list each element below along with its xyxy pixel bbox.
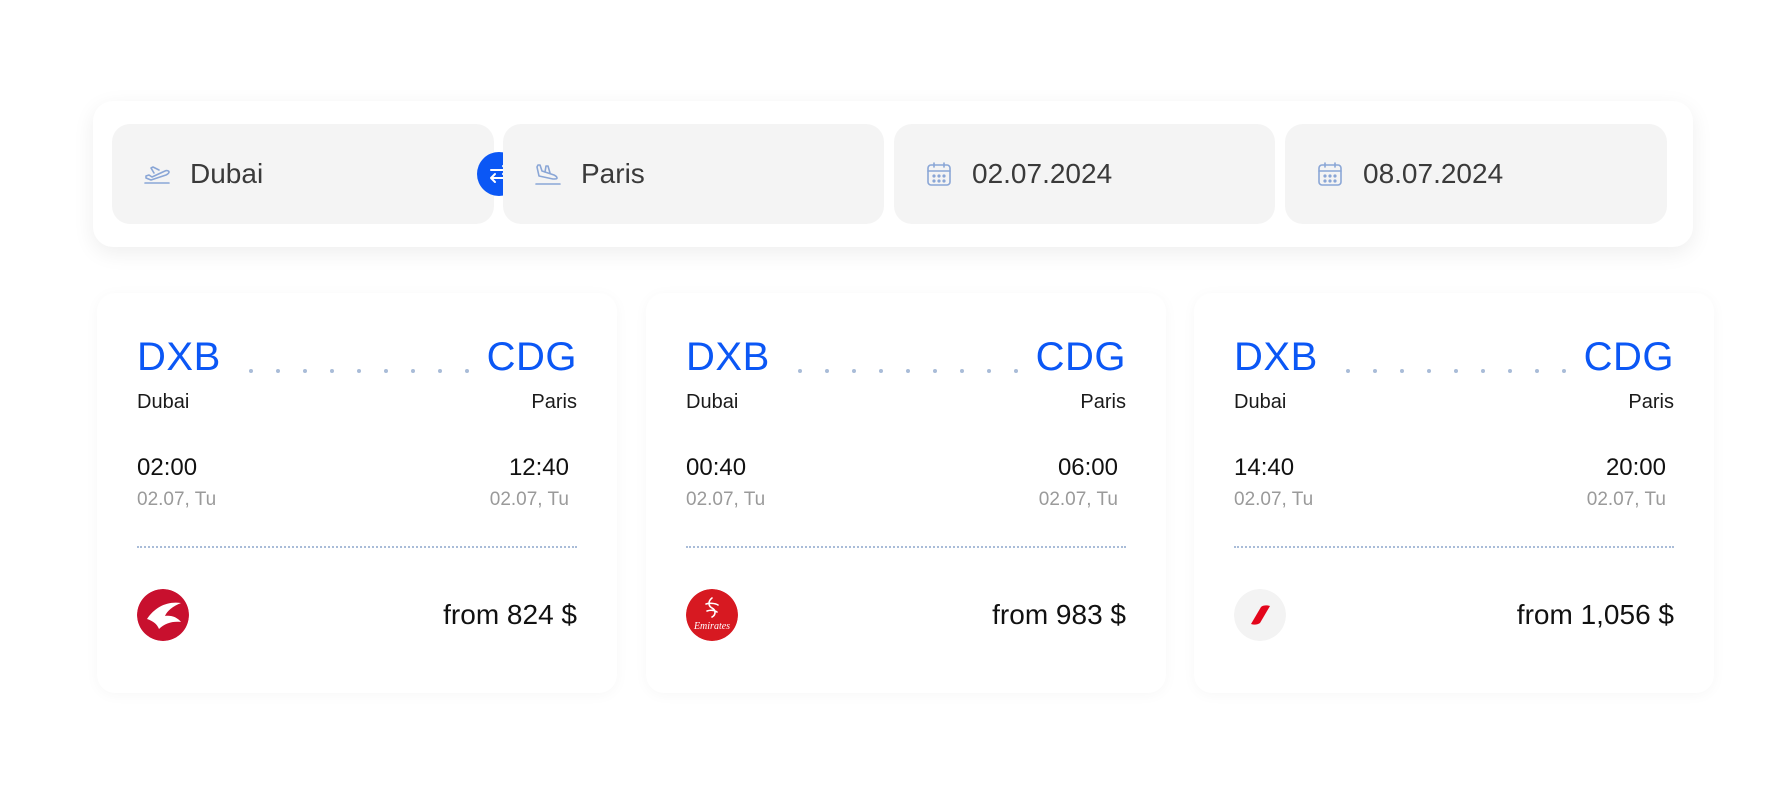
origin-code: DXB bbox=[686, 335, 770, 379]
calendar-icon bbox=[924, 159, 954, 189]
flight-card[interactable]: DXB CDG Dubai Paris 00:40 06:00 02.07, T… bbox=[646, 293, 1166, 693]
arrival-time: 12:40 bbox=[508, 454, 569, 481]
origin-value: Dubai bbox=[190, 158, 264, 189]
departure-date: 02.07, Tu bbox=[1234, 489, 1314, 510]
departure-time: 00:40 bbox=[686, 454, 747, 481]
arrival-time: 06:00 bbox=[1057, 454, 1118, 481]
plane-landing-icon bbox=[533, 159, 563, 189]
price-button[interactable]: from 983 $ bbox=[992, 599, 1126, 631]
origin-code: DXB bbox=[1234, 335, 1318, 379]
air-france-logo bbox=[1234, 589, 1286, 641]
arrival-date: 02.07, Tu bbox=[1038, 489, 1118, 510]
origin-field[interactable]: Dubai bbox=[112, 124, 494, 224]
depart-date-field[interactable]: 02.07.2024 bbox=[894, 124, 1275, 224]
departure-date: 02.07, Tu bbox=[686, 489, 766, 510]
return-date-value: 08.07.2024 bbox=[1363, 158, 1504, 189]
destination-field[interactable]: Paris bbox=[503, 124, 884, 224]
destination-city: Paris bbox=[1628, 391, 1674, 413]
divider bbox=[1234, 546, 1674, 548]
destination-value: Paris bbox=[581, 158, 645, 189]
destination-city: Paris bbox=[1080, 391, 1126, 413]
flight-card[interactable]: DXB CDG Dubai Paris 02:00 12:40 02.07, T… bbox=[97, 293, 617, 693]
route-dots bbox=[798, 369, 1018, 373]
origin-city: Dubai bbox=[137, 391, 190, 413]
destination-city: Paris bbox=[531, 391, 577, 413]
emirates-logo: Emirates bbox=[686, 589, 738, 641]
arrival-time: 20:00 bbox=[1605, 454, 1666, 481]
destination-code: CDG bbox=[1583, 335, 1674, 379]
departure-time: 02:00 bbox=[137, 454, 198, 481]
origin-city: Dubai bbox=[1234, 391, 1287, 413]
origin-city: Dubai bbox=[686, 391, 739, 413]
route-dots bbox=[1346, 369, 1566, 373]
emirates-logo-text: Emirates bbox=[693, 621, 730, 632]
turkish-airlines-logo bbox=[137, 589, 189, 641]
origin-code: DXB bbox=[137, 335, 221, 379]
departure-time: 14:40 bbox=[1234, 454, 1295, 481]
calendar-icon bbox=[1315, 159, 1345, 189]
departure-date: 02.07, Tu bbox=[137, 489, 217, 510]
arrival-date: 02.07, Tu bbox=[1586, 489, 1666, 510]
price-button[interactable]: from 1,056 $ bbox=[1517, 599, 1674, 631]
route-dots bbox=[249, 369, 469, 373]
depart-date-value: 02.07.2024 bbox=[972, 158, 1113, 189]
plane-takeoff-icon bbox=[142, 159, 172, 189]
arrival-date: 02.07, Tu bbox=[489, 489, 569, 510]
destination-code: CDG bbox=[1035, 335, 1126, 379]
destination-code: CDG bbox=[486, 335, 577, 379]
divider bbox=[686, 546, 1126, 548]
flight-card[interactable]: DXB CDG Dubai Paris 14:40 20:00 02.07, T… bbox=[1194, 293, 1714, 693]
divider bbox=[137, 546, 577, 548]
return-date-field[interactable]: 08.07.2024 bbox=[1285, 124, 1667, 224]
price-button[interactable]: from 824 $ bbox=[443, 599, 577, 631]
